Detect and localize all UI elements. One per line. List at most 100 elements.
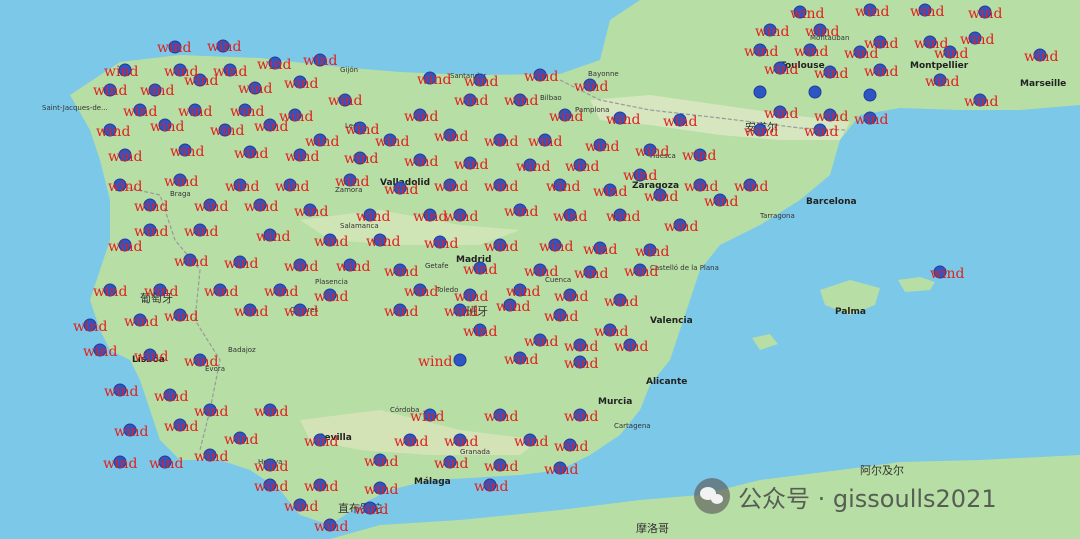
- wind-marker[interactable]: [808, 85, 822, 99]
- map-canvas[interactable]: Saint-Jacques-de... Gijón Santander Bilb…: [0, 0, 1080, 539]
- wind-label: wind: [930, 266, 964, 282]
- wind-label: wind: [344, 151, 378, 167]
- place-braga: Braga: [170, 190, 191, 198]
- wind-label: wind: [624, 264, 658, 280]
- wind-label: wind: [256, 229, 290, 245]
- wind-label: wind: [682, 148, 716, 164]
- wind-marker[interactable]: [863, 88, 877, 102]
- wind-label: wind: [524, 264, 558, 280]
- wind-label: wind: [304, 479, 338, 495]
- wind-label: wind: [413, 209, 447, 225]
- wind-label: wind: [684, 179, 718, 195]
- wind-label: wind: [96, 124, 130, 140]
- wind-label: wind: [194, 449, 228, 465]
- wind-label: wind: [210, 123, 244, 139]
- wind-label: wind: [528, 134, 562, 150]
- wind-label: wind: [404, 154, 438, 170]
- place-tarragona: Tarragona: [759, 212, 795, 220]
- wind-label: wind: [384, 304, 418, 320]
- wind-label: wind: [124, 314, 158, 330]
- wind-label: wind: [484, 239, 518, 255]
- place-plasencia: Plasencia: [315, 278, 348, 286]
- wind-label: wind: [254, 119, 288, 135]
- wind-label: wind: [544, 462, 578, 478]
- wind-label: wind: [704, 194, 738, 210]
- place-saint-jacques: Saint-Jacques-de...: [42, 104, 108, 112]
- wind-label: wind: [114, 424, 148, 440]
- wind-label: wind: [454, 289, 488, 305]
- wind-label: wind: [356, 209, 390, 225]
- wind-label: wind: [304, 434, 338, 450]
- place-cartagena: Cartagena: [614, 422, 651, 430]
- wind-label: wind: [663, 114, 697, 130]
- wind-label: wind: [614, 339, 648, 355]
- place-morocco: 摩洛哥: [636, 521, 669, 535]
- wind-label: wind: [549, 109, 583, 125]
- wind-label: wind: [184, 73, 218, 89]
- wind-label: wind: [157, 40, 191, 56]
- wind-label: wind: [564, 356, 598, 372]
- place-malaga: Málaga: [414, 477, 451, 487]
- wind-label: wind: [565, 159, 599, 175]
- wind-label: wind: [755, 24, 789, 40]
- wind-label: wind: [524, 69, 558, 85]
- wind-label: wind: [484, 409, 518, 425]
- wind-label: wind: [164, 174, 198, 190]
- wind-label: wind: [83, 344, 117, 360]
- wind-label: wind: [524, 334, 558, 350]
- wind-marker[interactable]: [753, 85, 767, 99]
- wind-label: wind: [410, 409, 444, 425]
- wind-label: wind: [73, 319, 107, 335]
- wind-label: wind: [764, 106, 798, 122]
- wind-label: wind: [394, 434, 428, 450]
- wind-label: wind: [516, 159, 550, 175]
- wind-label: wind: [366, 234, 400, 250]
- wind-label: wind: [635, 244, 669, 260]
- wind-label: wind: [464, 74, 498, 90]
- wind-label: wind: [585, 139, 619, 155]
- wind-label: wind: [635, 144, 669, 160]
- wind-label: wind: [284, 259, 318, 275]
- place-palma: Palma: [835, 307, 866, 317]
- wind-label: wind: [375, 134, 409, 150]
- wind-label: wind: [444, 434, 478, 450]
- wind-label: wind: [207, 39, 241, 55]
- place-barcelona: Barcelona: [806, 197, 857, 207]
- wind-label: wind: [744, 124, 778, 140]
- map-view[interactable]: Saint-Jacques-de... Gijón Santander Bilb…: [0, 0, 1080, 539]
- wind-label: wind: [178, 104, 212, 120]
- place-bayonne: Bayonne: [588, 70, 619, 78]
- wind-label: wind: [275, 179, 309, 195]
- wind-label: wind: [184, 224, 218, 240]
- wind-label: wind: [134, 199, 168, 215]
- place-murcia: Murcia: [598, 397, 632, 407]
- place-algeria: 阿尔及尔: [860, 464, 904, 477]
- wind-label: wind: [814, 66, 848, 82]
- wind-label: wind: [254, 404, 288, 420]
- wind-label: wind: [284, 304, 318, 320]
- wind-marker[interactable]: [453, 353, 467, 367]
- wind-label: wind: [734, 179, 768, 195]
- wind-label: wind: [504, 352, 538, 368]
- wind-label: wind: [463, 262, 497, 278]
- place-montpellier: Montpellier: [910, 61, 969, 71]
- wind-label: wind: [184, 354, 218, 370]
- place-bilbao: Bilbao: [540, 94, 562, 102]
- wind-label: wind: [108, 149, 142, 165]
- place-getafe: Getafe: [425, 262, 449, 270]
- wind-label: wind: [546, 179, 580, 195]
- wind-label: wind: [384, 264, 418, 280]
- wind-label: wind: [170, 144, 204, 160]
- wind-label: wind: [790, 6, 824, 22]
- wind-label: wind: [204, 284, 238, 300]
- wind-label: wind: [264, 284, 298, 300]
- wind-label: wind: [604, 294, 638, 310]
- wind-label: wind: [484, 134, 518, 150]
- wind-label: wind: [844, 46, 878, 62]
- wind-label: wind: [864, 64, 898, 80]
- wind-label: wind: [910, 4, 944, 20]
- wind-label: wind: [814, 109, 848, 125]
- wind-label: wind: [744, 44, 778, 60]
- wind-label: wind: [574, 266, 608, 282]
- place-gijon: Gijón: [340, 66, 358, 74]
